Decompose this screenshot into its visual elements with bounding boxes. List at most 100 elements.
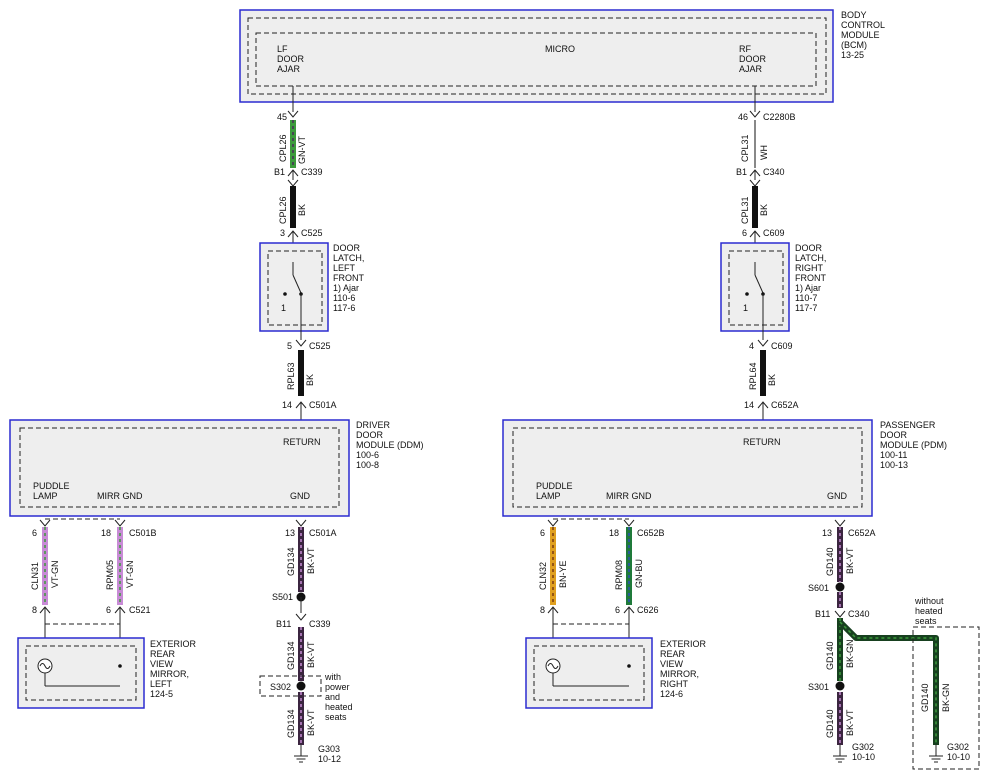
right-wire3-circuit: RPL64 (748, 362, 758, 390)
left-wire3-circuit: RPL63 (286, 362, 296, 390)
ddm-mirr-gnd: MIRR GND (97, 491, 143, 501)
right-gnd-pin-top: 13 (822, 528, 832, 538)
right-wire2-pin: 6 (742, 228, 747, 238)
right-mirr-color: GN-BU (634, 559, 644, 588)
right-wire2-circuit: CPL31 (740, 196, 750, 224)
left-gnd-connector-top: C501A (309, 528, 337, 538)
left-wire2-pin: 3 (280, 228, 285, 238)
ddm-return: RETURN (283, 437, 321, 447)
driver-door-module[interactable] (9, 419, 350, 517)
right-branch-color: BK-GN (941, 683, 951, 712)
pdm-return: RETURN (743, 437, 781, 447)
right-gnd-wire1-circuit: GD140 (825, 547, 835, 576)
right-splice-s301 (835, 681, 845, 691)
right-wire3-color: BK (767, 374, 777, 386)
left-ground-label: G303 10-12 (318, 744, 343, 764)
right-wire1-pin-top: 46 (738, 112, 748, 122)
right-branch-circuit: GD140 (920, 683, 930, 712)
right-mirr-circuit: RPM08 (614, 560, 624, 590)
passenger-door-module[interactable] (502, 419, 873, 517)
right-wire1-pin-bottom: B1 (736, 167, 747, 177)
right-wire3-pin-bottom: 14 (744, 400, 754, 410)
right-gnd-wire1-color: BK-VT (845, 547, 855, 574)
right-puddle-pin-bottom: 8 (540, 605, 545, 615)
left-exterior-mirror[interactable] (17, 637, 145, 709)
left-wire2-connector: C525 (301, 228, 323, 238)
left-ground-icon (294, 745, 308, 763)
left-mirr-pin-bottom: 6 (106, 605, 111, 615)
left-wire1-pin-top: 45 (277, 112, 287, 122)
left-latch-switch-num: 1 (281, 303, 286, 313)
right-wire1-circuit: CPL31 (740, 134, 750, 162)
right-mirr-pin-top: 18 (609, 528, 619, 538)
right-exterior-mirror[interactable] (525, 637, 653, 709)
left-wire3-pin-bottom: 14 (282, 400, 292, 410)
right-wire2-color: BK (759, 204, 769, 216)
right-gnd-connector-top: C652A (848, 528, 876, 538)
left-wire3-color: BK (305, 374, 315, 386)
left-splice-s302 (296, 681, 306, 691)
right-ground2-label: G302 10-10 (947, 742, 972, 762)
right-wire3-connector-bottom: C652A (771, 400, 799, 410)
bcm-name: BODY CONTROL MODULE (BCM) 13-25 (841, 10, 887, 60)
left-wire1-pin-bottom: B1 (274, 167, 285, 177)
left-puddle-pin-bottom: 8 (32, 605, 37, 615)
left-wire3-connector-bottom: C501A (309, 400, 337, 410)
left-splice-s302-label: S302 (270, 682, 291, 692)
left-gnd-wire2-connector: C339 (309, 619, 331, 629)
right-puddle-circuit: CLN32 (538, 562, 548, 590)
left-gnd-wire2-pin: B11 (276, 619, 291, 629)
pdm-mirr-gnd: MIRR GND (606, 491, 652, 501)
left-latch-label: DOOR LATCH, LEFT FRONT 1) Ajar 110-6 117… (333, 243, 367, 313)
left-mirr-pin-top: 18 (101, 528, 111, 538)
right-ground-icon (833, 745, 847, 763)
left-gnd-wire2-circuit: GD134 (286, 641, 296, 670)
right-door-latch[interactable] (720, 242, 790, 332)
left-mirr-circuit: RPM05 (105, 560, 115, 590)
right-gnd-wire3-circuit: GD140 (825, 709, 835, 738)
left-wire1-color: GN-VT (297, 136, 307, 165)
right-wire1-connector-bottom: C340 (763, 167, 785, 177)
left-wire1-connector: C339 (301, 167, 323, 177)
left-wire1-circuit: CPL26 (278, 134, 288, 162)
right-gnd-wire3-color: BK-VT (845, 709, 855, 736)
right-ground-label: G302 10-10 (852, 742, 877, 762)
left-wire3-pin-top: 5 (287, 341, 292, 351)
right-mirr-connector-top: C652B (637, 528, 665, 538)
left-mirror-label: EXTERIOR REAR VIEW MIRROR, LEFT 124-5 (150, 639, 199, 699)
right-wire1-connector-top: C2280B (763, 112, 796, 122)
right-mirr-connector-bottom: C626 (637, 605, 659, 615)
left-mirr-color: VT-GN (125, 560, 135, 588)
pdm-gnd: GND (827, 491, 848, 501)
right-ground2-icon (929, 745, 943, 763)
right-gnd-wire2-color: BK-GN (845, 639, 855, 668)
right-branch-note: without heated seats (914, 596, 946, 626)
left-gnd-wire1-color: BK-VT (306, 547, 316, 574)
bcm-micro-label: MICRO (545, 44, 575, 54)
right-wire2-connector: C609 (763, 228, 785, 238)
left-door-latch[interactable] (259, 242, 329, 332)
right-mirr-pin-bottom: 6 (615, 605, 620, 615)
left-wire2-circuit: CPL26 (278, 196, 288, 224)
right-splice-s601 (835, 582, 845, 592)
left-mirr-connector-bottom: C521 (129, 605, 151, 615)
left-splice-s501-label: S501 (272, 592, 293, 602)
ddm-gnd: GND (290, 491, 311, 501)
left-puddle-circuit: CLN31 (30, 562, 40, 590)
left-mirr-connector-top: C501B (129, 528, 157, 538)
right-latch-switch-num: 1 (743, 303, 748, 313)
right-wire3-connector-top: C609 (771, 341, 793, 351)
left-puddle-color: VT-GN (50, 560, 60, 588)
right-splice-s301-label: S301 (808, 682, 829, 692)
right-splice-s601-label: S601 (808, 583, 829, 593)
right-wire1-color: WH (759, 145, 769, 160)
pdm-label: PASSENGER DOOR MODULE (PDM) 100-11 100-1… (880, 420, 950, 470)
left-gnd-wire2-color: BK-VT (306, 641, 316, 668)
right-puddle-color: BN-YE (558, 560, 568, 588)
left-gnd-wire1-circuit: GD134 (286, 547, 296, 576)
left-gnd-wire3-circuit: GD134 (286, 709, 296, 738)
right-gnd-wire2-connector: C340 (848, 609, 870, 619)
right-gnd-wire2-pin: B11 (815, 609, 830, 619)
left-wire2-color: BK (297, 204, 307, 216)
left-puddle-pin-top: 6 (32, 528, 37, 538)
